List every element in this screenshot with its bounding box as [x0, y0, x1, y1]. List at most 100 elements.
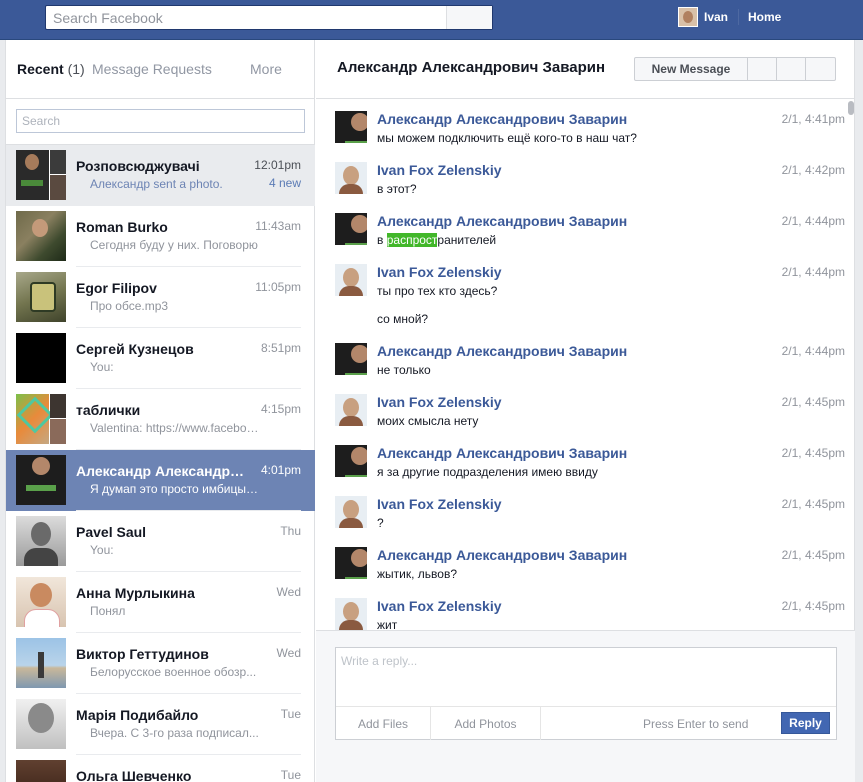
press-enter-to-send-toggle[interactable]: Press Enter to send: [643, 717, 748, 731]
reply-button[interactable]: Reply: [781, 712, 830, 734]
profile-name[interactable]: Ivan: [704, 10, 728, 24]
thread-name: Анна Мурлыкина: [76, 585, 195, 601]
thread-item[interactable]: Анна Мурлыкина Wed Понял: [6, 572, 315, 633]
avatar[interactable]: [335, 547, 367, 579]
composer-toolbar: Add Files Add Photos Press Enter to send…: [336, 706, 836, 740]
thread-name: Виктор Геттудинов: [76, 646, 209, 662]
avatar: [16, 516, 66, 566]
thread-name: Марія Подибайло: [76, 707, 199, 723]
add-people-button[interactable]: [777, 58, 806, 80]
new-message-button[interactable]: New Message: [635, 58, 748, 80]
avatar: [16, 455, 66, 505]
avatar[interactable]: [335, 496, 367, 528]
message-author[interactable]: Александр Александрович Заварин: [377, 343, 627, 359]
thread-item[interactable]: Виктор Геттудинов Wed Белорусское военно…: [6, 633, 315, 694]
message-text: ?: [377, 516, 384, 530]
profile-link[interactable]: Ivan: [678, 7, 728, 27]
thread-time: 8:51pm: [260, 341, 301, 355]
thread-item[interactable]: таблички 4:15pm Valentina: https://www.f…: [6, 389, 315, 450]
home-link[interactable]: Home: [748, 10, 781, 24]
composer-area: Add Files Add Photos Press Enter to send…: [316, 630, 855, 782]
avatar: [16, 211, 66, 261]
thread-snippet: You:: [90, 543, 114, 557]
tab-recent[interactable]: Recent (1): [17, 61, 85, 77]
thread-item[interactable]: Ольга Шевченко Tue: [6, 755, 315, 782]
thread-item[interactable]: Pavel Saul Thu You:: [6, 511, 315, 572]
conversation-title[interactable]: Александр Александрович Заварин: [337, 59, 605, 76]
message-author[interactable]: Ivan Fox Zelenskiy: [377, 162, 502, 178]
avatar[interactable]: [335, 264, 367, 296]
message-text: в этот?: [377, 182, 417, 196]
add-files-button[interactable]: Add Files: [336, 707, 431, 740]
avatar: [16, 760, 66, 782]
thread-name: Сергей Кузнецов: [76, 341, 194, 357]
avatar: [16, 577, 66, 627]
message-text: жытик, львов?: [377, 567, 457, 581]
message-text-prefix: в: [377, 233, 387, 247]
message-author[interactable]: Александр Александрович Заварин: [377, 445, 627, 461]
tab-more[interactable]: More: [250, 61, 282, 77]
message-author[interactable]: Ivan Fox Zelenskiy: [377, 496, 502, 512]
message-list: Александр Александрович Заварин 2/1, 4:4…: [316, 100, 855, 630]
message-text: мы можем подключить ещё кого-то в наш ча…: [377, 131, 637, 145]
message-scrollbar[interactable]: [847, 100, 855, 630]
avatar[interactable]: [335, 343, 367, 375]
message-text: в распространителей: [377, 233, 496, 247]
reply-textarea[interactable]: [336, 648, 836, 706]
avatar: [16, 699, 66, 749]
thread-item[interactable]: Марія Подибайло Tue Вчера. С 3-го раза п…: [6, 694, 315, 755]
avatar: [678, 7, 698, 27]
message-author[interactable]: Ivan Fox Zelenskiy: [377, 264, 502, 280]
message-author[interactable]: Александр Александрович Заварин: [377, 111, 627, 127]
message-text: жит: [377, 618, 398, 630]
search-button[interactable]: [446, 6, 492, 29]
avatar[interactable]: [335, 213, 367, 245]
thread-item-selected[interactable]: Александр Александров... 4:01pm Я думап …: [6, 450, 315, 511]
thread-name: Egor Filipov: [76, 280, 157, 296]
thread-snippet: Белорусское военное обозр...: [90, 665, 257, 679]
message-time: 2/1, 4:45pm: [781, 395, 845, 409]
thread-item[interactable]: Розповсюджувачі 12:01pm Александр sent a…: [6, 145, 315, 206]
message-author[interactable]: Ivan Fox Zelenskiy: [377, 598, 502, 614]
message-time: 2/1, 4:44pm: [781, 214, 845, 228]
scrollbar-thumb[interactable]: [848, 101, 854, 115]
thread-snippet: Про обсе.mp3: [90, 299, 169, 313]
global-search-box[interactable]: [45, 5, 493, 30]
add-photos-button[interactable]: Add Photos: [431, 707, 541, 740]
gear-icon[interactable]: [806, 58, 835, 80]
thread-snippet: You:: [90, 360, 114, 374]
message-time: 2/1, 4:44pm: [781, 344, 845, 358]
message-time: 2/1, 4:42pm: [781, 163, 845, 177]
avatar[interactable]: [335, 445, 367, 477]
thread-list: Розповсюджувачі 12:01pm Александр sent a…: [6, 144, 315, 782]
thread-search-box[interactable]: [16, 109, 305, 133]
message-text-suffix: ранителей: [437, 233, 497, 247]
avatar[interactable]: [335, 162, 367, 194]
avatar[interactable]: [335, 111, 367, 143]
message-time: 2/1, 4:45pm: [781, 599, 845, 613]
message-author[interactable]: Александр Александрович Заварин: [377, 213, 627, 229]
message-author[interactable]: Ivan Fox Zelenskiy: [377, 394, 502, 410]
avatar[interactable]: [335, 394, 367, 426]
global-search-input[interactable]: [46, 6, 446, 29]
tab-recent-label: Recent: [17, 61, 64, 77]
avatar: [16, 394, 66, 444]
video-call-button[interactable]: [748, 58, 777, 80]
thread-time: Tue: [280, 768, 301, 782]
avatar[interactable]: [335, 598, 367, 630]
thread-item[interactable]: Roman Burko 11:43am Сегодня буду у них. …: [6, 206, 315, 267]
thread-item[interactable]: Egor Filipov 11:05pm Про обсе.mp3: [6, 267, 315, 328]
avatar: [16, 333, 66, 383]
tab-message-requests[interactable]: Message Requests: [92, 61, 212, 77]
thread-name: Ольга Шевченко: [76, 768, 192, 782]
message-time: 2/1, 4:41pm: [781, 112, 845, 126]
unread-count-badge: 4 new: [268, 176, 301, 190]
thread-item[interactable]: Сергей Кузнецов 8:51pm You:: [6, 328, 315, 389]
thread-snippet: Александр sent a photo.: [90, 177, 223, 191]
message-author[interactable]: Александр Александрович Заварин: [377, 547, 627, 563]
reply-composer: Add Files Add Photos Press Enter to send…: [335, 647, 837, 740]
thread-time: Tue: [280, 707, 301, 721]
message-text: я за другие подразделения имею ввиду: [377, 465, 598, 479]
thread-search-input[interactable]: [17, 110, 304, 132]
avatar: [16, 272, 66, 322]
